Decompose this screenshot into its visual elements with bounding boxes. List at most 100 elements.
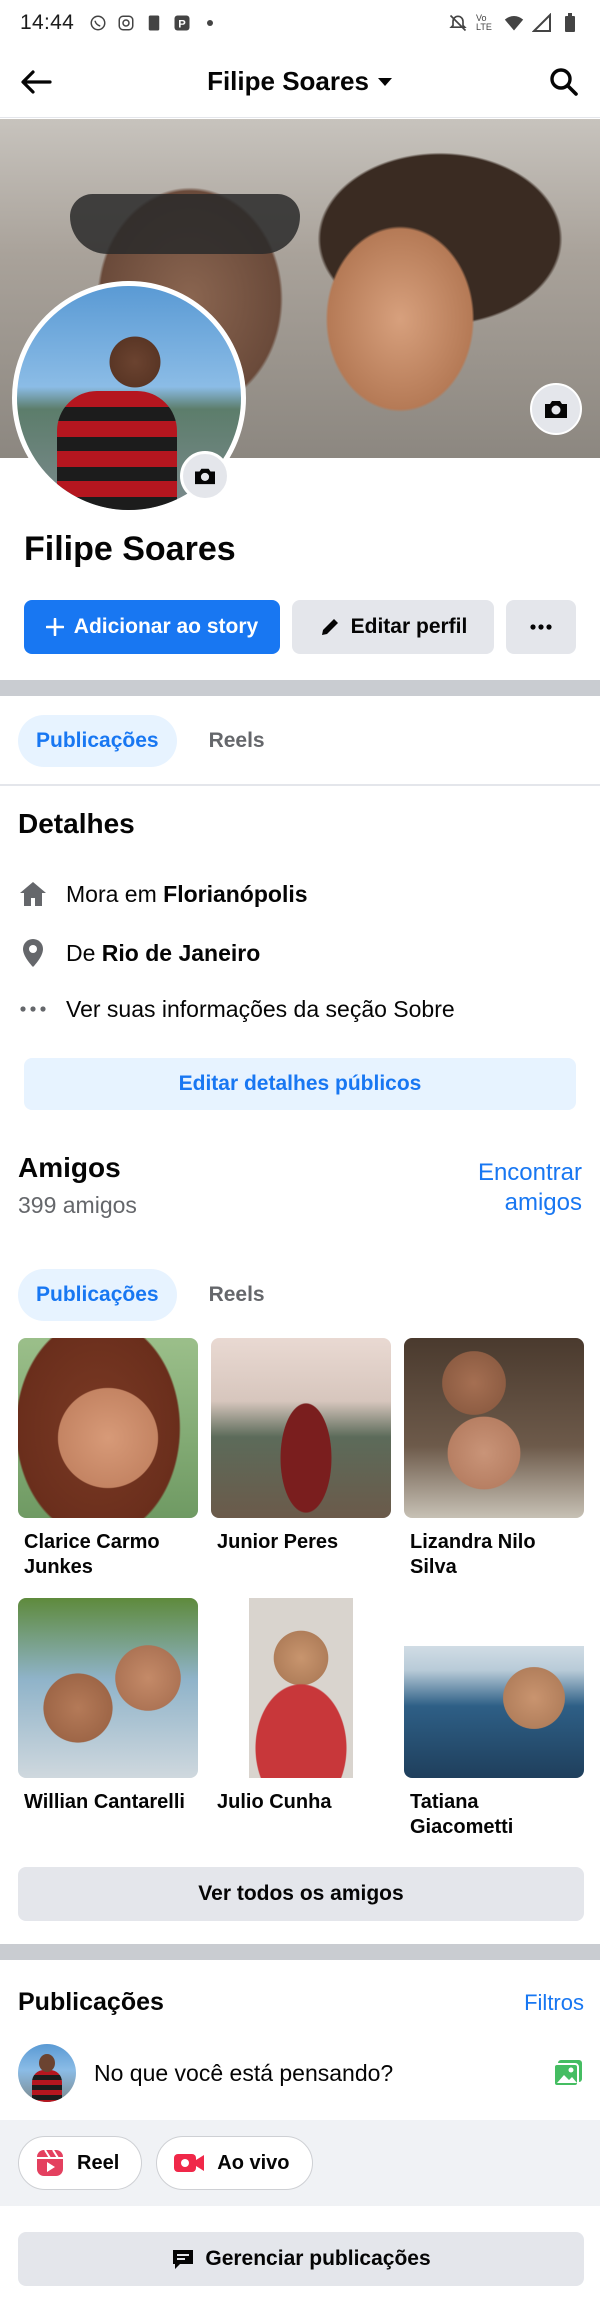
friend-card[interactable]: Clarice Carmo Junkes (18, 1338, 198, 1586)
profile-name: Filipe Soares (24, 530, 236, 568)
photo-icon[interactable] (552, 2058, 584, 2088)
friend-card[interactable]: Julio Cunha (211, 1598, 391, 1846)
friend-name: Willian Cantarelli (24, 1791, 185, 1813)
battery-icon (560, 13, 580, 33)
detail-hometown: De Rio de Janeiro (18, 931, 578, 975)
detail-current-city: Mora em Florianópolis (18, 872, 578, 916)
divider (0, 784, 600, 786)
live-video-icon (174, 2154, 205, 2172)
edit-profile-label: Editar perfil (350, 615, 468, 638)
details-title: Detalhes (18, 808, 135, 839)
tab-friends-publicacoes[interactable]: Publicações (18, 1269, 177, 1321)
find-friends-link[interactable]: Encontrar amigos (478, 1158, 582, 1218)
friends-title: Amigos (18, 1152, 121, 1183)
detail-text: De Rio de Janeiro (66, 939, 261, 966)
add-to-story-button[interactable]: Adicionar ao story (24, 600, 280, 654)
about-link[interactable]: Ver suas informações da seção Sobre (18, 987, 578, 1031)
manage-posts-button[interactable]: Gerenciar publicações (18, 2232, 584, 2286)
friend-name: Julio Cunha (217, 1791, 332, 1813)
see-all-friends-button[interactable]: Ver todos os amigos (18, 1867, 584, 1921)
signal-icon (532, 13, 552, 33)
more-horizontal-icon (20, 1006, 46, 1012)
back-button[interactable] (16, 62, 56, 102)
live-label: Ao vivo (217, 2151, 290, 2174)
plus-icon (45, 618, 64, 636)
tab-label: Publicações (36, 729, 159, 752)
friend-photo (211, 1598, 391, 1778)
posts-title: Publicações (18, 1988, 164, 2016)
search-icon (550, 67, 578, 96)
tab-label: Reels (208, 1283, 265, 1306)
find-friends-line2: amigos (504, 1189, 582, 1216)
edit-public-details-button[interactable]: Editar detalhes públicos (24, 1058, 576, 1110)
post-composer[interactable]: No que você está pensando? (18, 2038, 584, 2108)
camera-icon (545, 401, 567, 418)
edit-profile-button[interactable]: Editar perfil (292, 600, 494, 654)
friend-name: Lizandra Nilo Silva (410, 1531, 536, 1578)
friends-grid: Clarice Carmo Junkes Junior Peres Lizand… (18, 1338, 584, 1846)
composer-prompt: No que você está pensando? (94, 2059, 394, 2086)
more-horizontal-icon (530, 624, 552, 630)
caret-down-icon (377, 77, 392, 86)
friends-count: 399 amigos (18, 1192, 137, 1218)
tab-publicacoes[interactable]: Publicações (18, 715, 177, 767)
pencil-icon (321, 619, 338, 635)
arrow-left-icon (21, 69, 52, 94)
tab-label: Publicações (36, 1283, 159, 1306)
more-dot-icon (200, 13, 220, 33)
edit-profile-picture-button[interactable] (180, 451, 230, 501)
add-to-story-label: Adicionar ao story (73, 615, 259, 638)
friends-tabs: Publicações Reels (0, 1250, 600, 1340)
more-options-button[interactable] (506, 600, 576, 654)
camera-icon (195, 468, 215, 485)
about-link-label: Ver suas informações da seção Sobre (66, 995, 455, 1022)
reel-icon (37, 2149, 63, 2176)
manage-posts-label: Gerenciar publicações (205, 2247, 431, 2270)
friend-name: Tatiana Giacometti (410, 1791, 514, 1838)
find-friends-line1: Encontrar (477, 1159, 582, 1186)
search-button[interactable] (544, 62, 584, 102)
see-all-friends-label: Ver todos os amigos (198, 1882, 404, 1905)
friend-card[interactable]: Lizandra Nilo Silva (404, 1338, 584, 1586)
friend-name: Junior Peres (217, 1531, 339, 1553)
friend-card[interactable]: Junior Peres (211, 1338, 391, 1586)
app-p-icon: P (172, 13, 192, 33)
status-bar: 14:44 P Vo LTE (0, 0, 600, 46)
instagram-icon (116, 13, 136, 33)
location-pin-icon (23, 939, 43, 967)
edit-cover-button[interactable] (530, 383, 582, 435)
reel-label: Reel (77, 2151, 120, 2174)
posts-header: Publicações Filtros (18, 1988, 584, 2017)
friend-name: Clarice Carmo Junkes (24, 1531, 160, 1578)
tab-label: Reels (208, 729, 265, 752)
friend-photo (18, 1598, 198, 1778)
friend-photo (211, 1338, 391, 1518)
friend-photo (404, 1598, 584, 1778)
nav-title: Filipe Soares (207, 66, 369, 96)
friends-header: Amigos 399 amigos (18, 1152, 137, 1219)
live-button[interactable]: Ao vivo (156, 2136, 313, 2190)
friend-card[interactable]: Willian Cantarelli (18, 1598, 198, 1846)
reel-button[interactable]: Reel (18, 2136, 143, 2190)
profile-tabs: Publicações Reels (0, 696, 600, 786)
wifi-icon (504, 13, 524, 33)
edit-public-details-label: Editar detalhes públicos (178, 1072, 422, 1095)
detail-text: Mora em Florianópolis (66, 880, 308, 907)
profile-switcher[interactable]: Filipe Soares (56, 66, 544, 97)
tab-reels[interactable]: Reels (191, 715, 283, 767)
home-icon (20, 882, 46, 906)
profile-actions: Adicionar ao story Editar perfil (24, 600, 576, 654)
section-divider (0, 680, 600, 696)
whatsapp-icon (88, 13, 108, 33)
network-label: Vo LTE (476, 13, 492, 32)
status-time: 14:44 (20, 11, 75, 34)
friend-card[interactable]: Tatiana Giacometti (404, 1598, 584, 1846)
filters-link[interactable]: Filtros (524, 1990, 584, 2016)
message-list-icon (173, 2250, 194, 2269)
section-divider (0, 1944, 600, 1960)
notification-icon (144, 13, 164, 33)
friend-photo (404, 1338, 584, 1518)
mute-icon (448, 13, 468, 33)
top-navigation: Filipe Soares (0, 46, 600, 118)
tab-friends-reels[interactable]: Reels (191, 1269, 283, 1321)
